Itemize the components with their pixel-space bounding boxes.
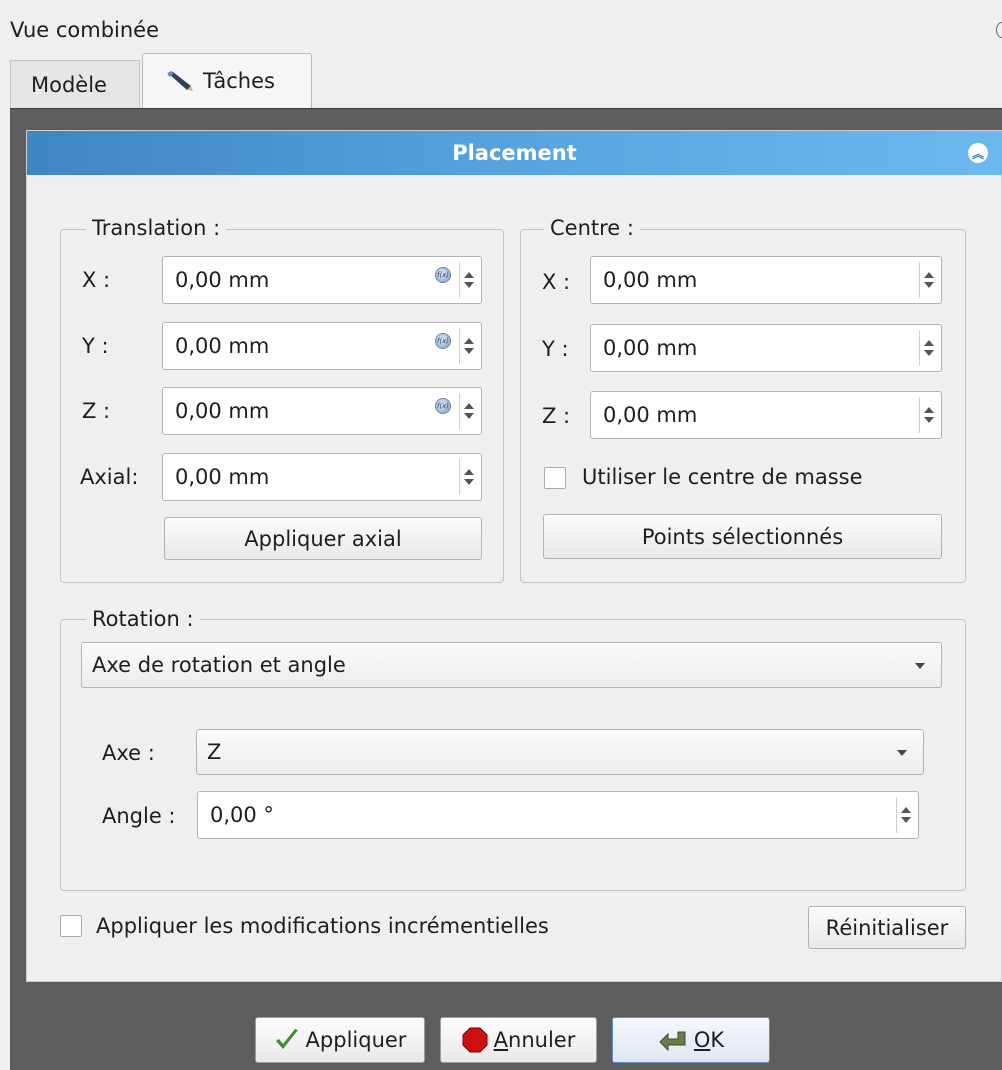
stop-icon <box>462 1027 488 1053</box>
spin-arrows[interactable] <box>459 328 477 364</box>
tab-model[interactable]: Modèle <box>10 60 140 108</box>
center-title: Centre : <box>544 216 640 240</box>
center-x-value: 0,00 mm <box>603 268 698 292</box>
translation-axial-label: Axial: <box>80 465 139 489</box>
translation-z-label: Z : <box>82 399 111 423</box>
incremental-label[interactable]: Appliquer les modifications incrémentiel… <box>96 914 549 938</box>
center-z-value: 0,00 mm <box>603 403 698 427</box>
axis-value: Z <box>207 740 222 764</box>
arrow-left-icon <box>659 1031 686 1052</box>
spin-arrows[interactable] <box>896 797 914 833</box>
translation-z-value: 0,00 mm <box>175 399 270 423</box>
ok-button-label: OK <box>693 1028 725 1052</box>
center-y-input[interactable]: 0,00 mm <box>590 324 942 372</box>
axis-label: Axe : <box>102 741 155 765</box>
rotation-mode-value: Axe de rotation et angle <box>92 653 346 677</box>
selected-points-button[interactable]: Points sélectionnés <box>543 514 942 559</box>
translation-y-label: Y : <box>82 334 109 358</box>
translation-axial-value: 0,00 mm <box>175 465 270 489</box>
apply-button[interactable]: Appliquer <box>255 1017 425 1063</box>
checkmark-icon <box>275 1029 298 1049</box>
chevron-down-icon <box>915 663 925 669</box>
axis-select[interactable]: Z <box>196 729 924 775</box>
chevron-double-up-icon[interactable]: ︽ <box>968 143 988 163</box>
spin-arrows[interactable] <box>459 459 477 495</box>
translation-title: Translation : <box>86 216 227 240</box>
expression-icon[interactable]: f(x) <box>435 398 451 414</box>
apply-axial-button[interactable]: Appliquer axial <box>164 517 482 560</box>
translation-y-input[interactable]: 0,00 mm f(x) <box>162 322 482 370</box>
undock-icon[interactable] <box>996 22 1002 38</box>
center-of-mass-label[interactable]: Utiliser le centre de masse <box>582 465 863 489</box>
tab-model-label: Modèle <box>31 72 107 97</box>
ok-button[interactable]: OK <box>612 1017 770 1063</box>
center-z-input[interactable]: 0,00 mm <box>590 391 942 439</box>
center-of-mass-checkbox[interactable] <box>544 467 566 489</box>
center-y-value: 0,00 mm <box>603 336 698 360</box>
translation-y-value: 0,00 mm <box>175 334 270 358</box>
expression-icon[interactable]: f(x) <box>435 267 451 283</box>
spin-arrows[interactable] <box>459 393 477 429</box>
panel-title: Placement <box>452 141 577 165</box>
angle-input[interactable]: 0,00 ° <box>197 791 919 839</box>
pencil-icon <box>167 70 193 91</box>
center-z-label: Z : <box>542 404 571 428</box>
translation-z-input[interactable]: 0,00 mm f(x) <box>162 387 482 435</box>
translation-x-label: X : <box>82 268 111 292</box>
reset-button[interactable]: Réinitialiser <box>808 906 966 949</box>
cancel-button[interactable]: Annuler <box>440 1017 597 1063</box>
rotation-mode-select[interactable]: Axe de rotation et angle <box>81 642 942 688</box>
translation-axial-input[interactable]: 0,00 mm <box>162 453 482 501</box>
rotation-title: Rotation : <box>86 607 200 631</box>
chevron-down-icon <box>897 750 907 756</box>
center-x-label: X : <box>542 270 571 294</box>
center-x-input[interactable]: 0,00 mm <box>590 256 942 304</box>
angle-label: Angle : <box>102 804 176 828</box>
center-y-label: Y : <box>542 337 569 361</box>
tab-tasks[interactable]: Tâches <box>142 53 312 108</box>
placement-panel-header[interactable]: Placement <box>27 131 1002 175</box>
spin-arrows[interactable] <box>459 262 477 298</box>
spin-arrows[interactable] <box>919 397 937 433</box>
expression-icon[interactable]: f(x) <box>435 333 451 349</box>
translation-x-input[interactable]: 0,00 mm f(x) <box>162 256 482 304</box>
window-title: Vue combinée <box>10 18 160 42</box>
spin-arrows[interactable] <box>919 330 937 366</box>
spin-arrows[interactable] <box>919 262 937 298</box>
cancel-button-label: Annuler <box>493 1028 576 1052</box>
translation-x-value: 0,00 mm <box>175 268 270 292</box>
incremental-checkbox[interactable] <box>60 915 82 937</box>
tab-tasks-label: Tâches <box>203 69 275 93</box>
apply-button-label: Appliquer <box>305 1028 407 1052</box>
angle-value: 0,00 ° <box>210 803 274 827</box>
